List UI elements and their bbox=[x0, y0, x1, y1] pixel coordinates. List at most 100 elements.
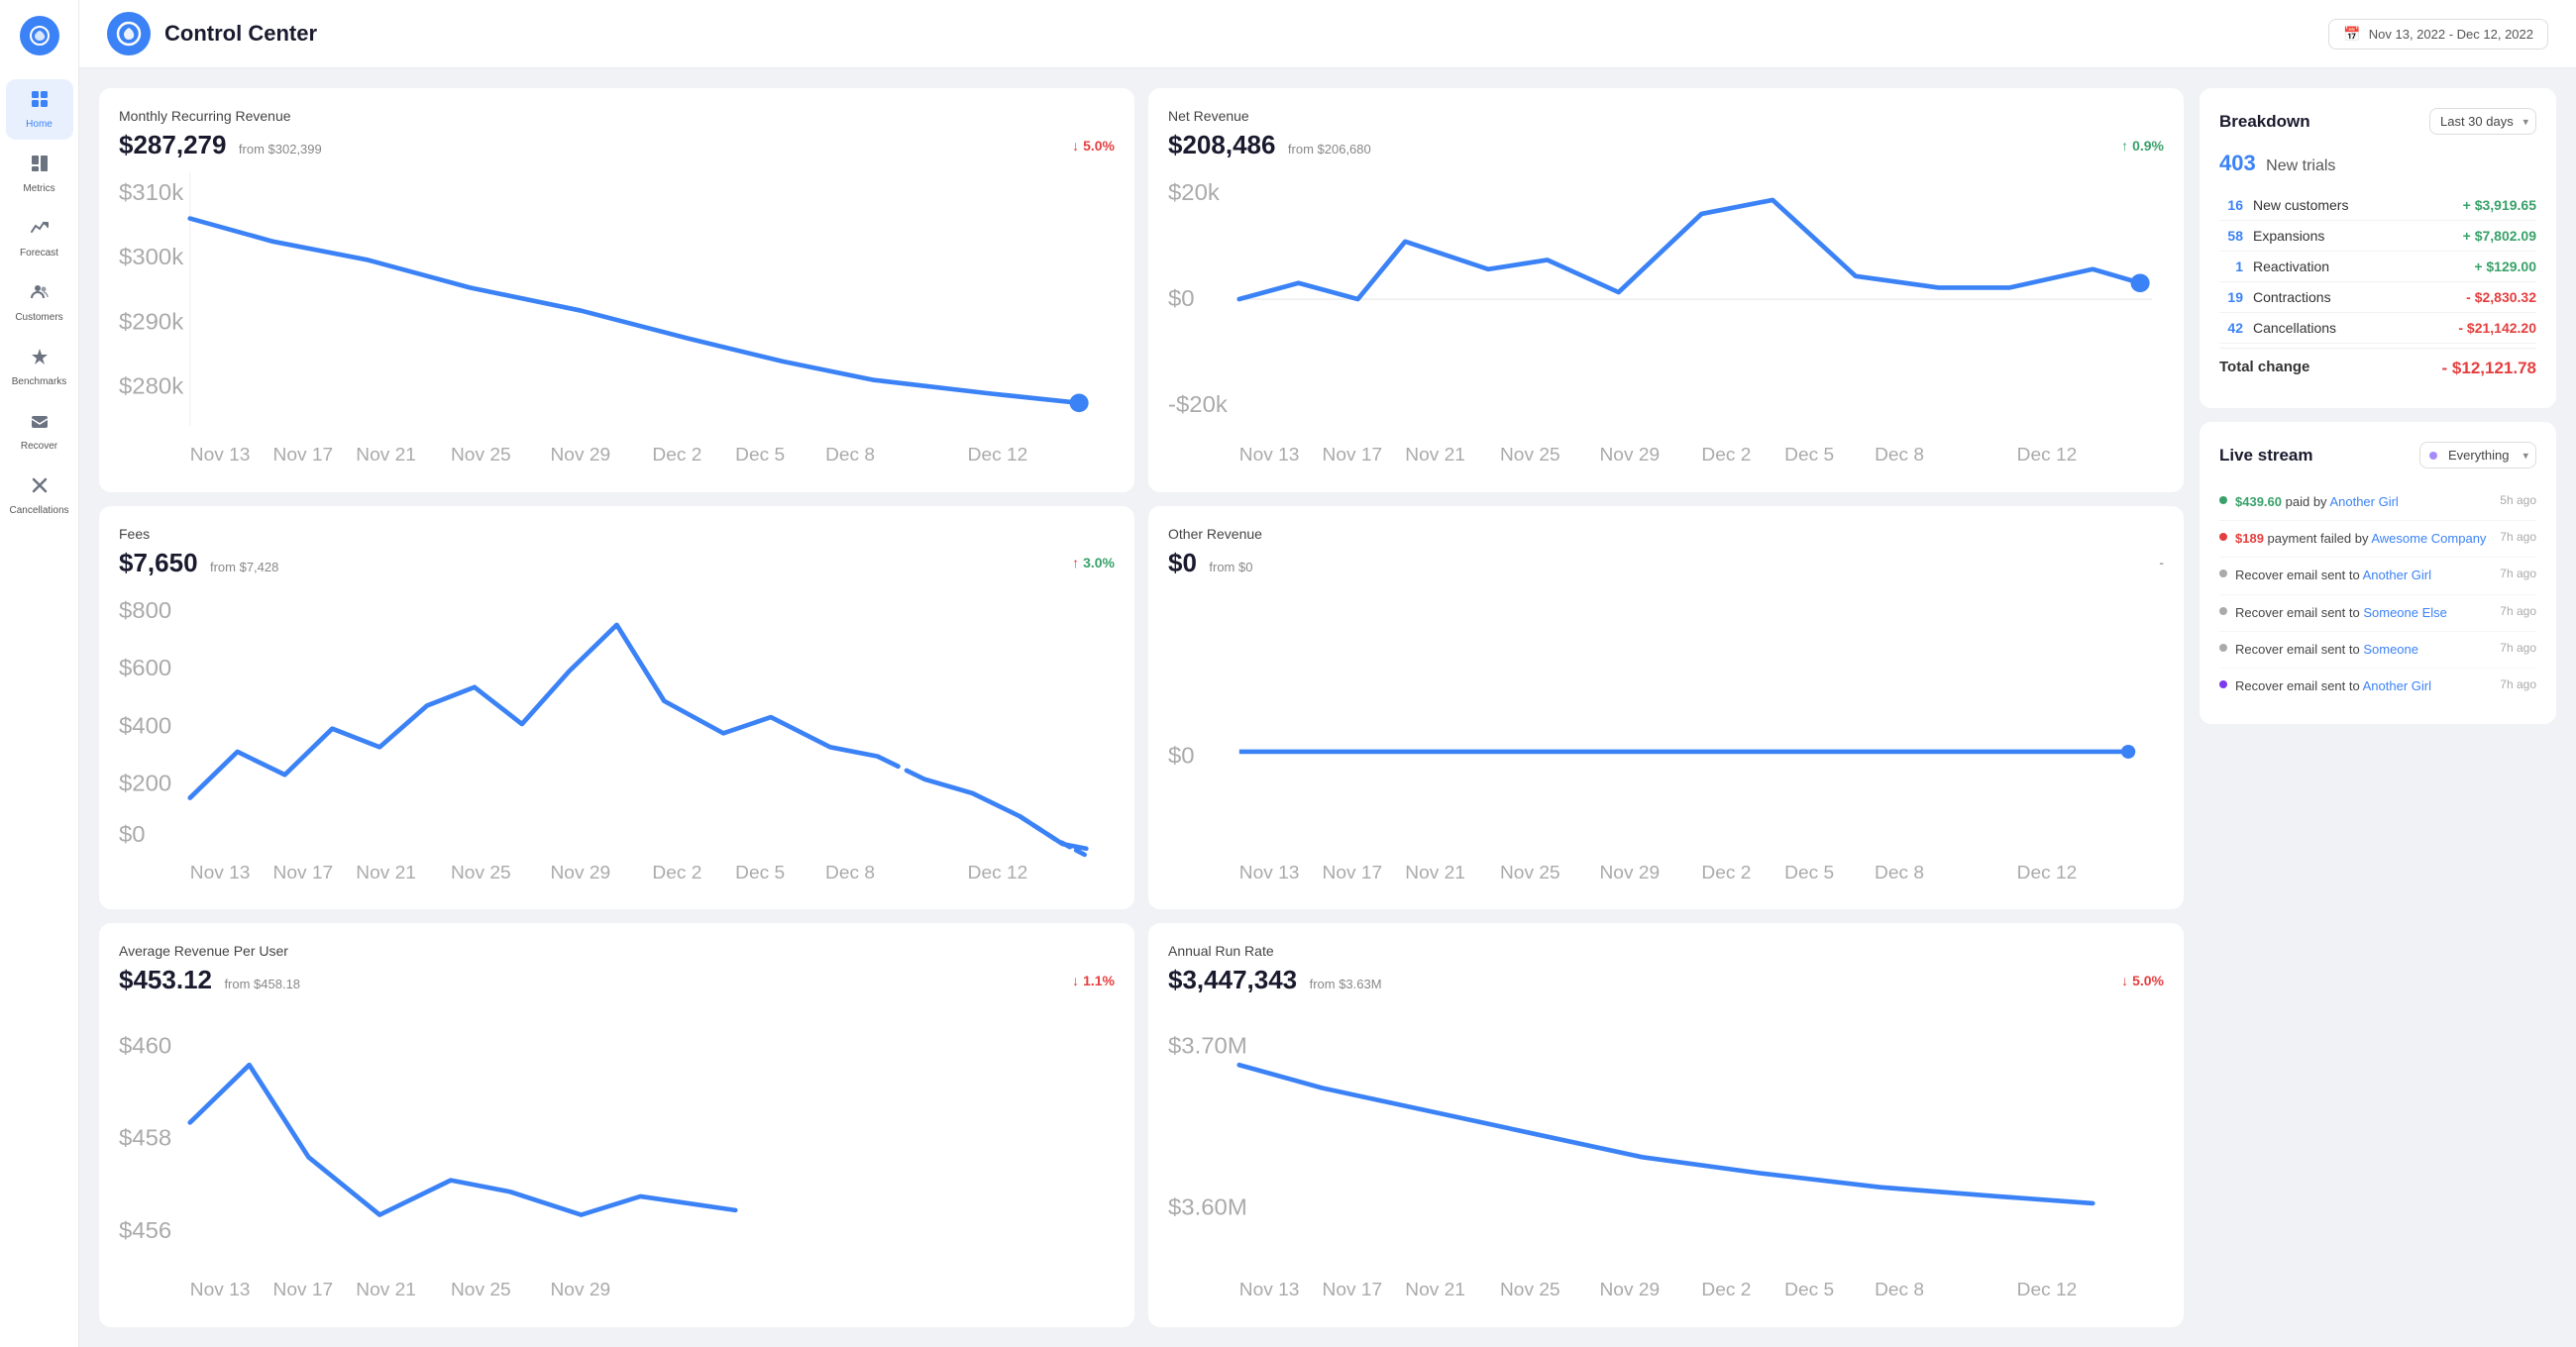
breakdown-row-contractions: 19 Contractions - $2,830.32 bbox=[2219, 282, 2536, 313]
fees-chart-svg: $800 $600 $400 $200 $0 Nov 13 Nov 17 Nov… bbox=[119, 590, 1115, 890]
livestream-filter-wrap[interactable]: Everything Payments Failures Recoveries bbox=[2419, 442, 2536, 468]
other-revenue-value-group: $0 from $0 bbox=[1168, 548, 1252, 578]
svg-text:$0: $0 bbox=[1168, 286, 1195, 312]
fees-change: ↑ 3.0% bbox=[1072, 555, 1115, 570]
date-range[interactable]: 📅 Nov 13, 2022 - Dec 12, 2022 bbox=[2328, 19, 2548, 50]
stream-time-4: 7h ago bbox=[2500, 604, 2536, 618]
fees-value-row: $7,650 from $7,428 ↑ 3.0% bbox=[119, 548, 1115, 578]
stream-link-someone-else[interactable]: Someone Else bbox=[2363, 605, 2447, 620]
sidebar-item-home[interactable]: Home bbox=[6, 79, 73, 140]
header-left: Control Center bbox=[107, 12, 317, 55]
sidebar-item-recover[interactable]: Recover bbox=[6, 401, 73, 462]
other-revenue-value: $0 bbox=[1168, 548, 1197, 577]
svg-text:Nov 25: Nov 25 bbox=[1500, 863, 1560, 883]
mrr-value: $287,279 bbox=[119, 130, 226, 159]
stream-time-1: 5h ago bbox=[2500, 493, 2536, 507]
arpu-value: $453.12 bbox=[119, 965, 212, 994]
up-arrow-icon: ↑ bbox=[2121, 138, 2128, 154]
svg-text:-$20k: -$20k bbox=[1168, 392, 1228, 418]
svg-text:$290k: $290k bbox=[119, 310, 183, 336]
svg-text:Nov 21: Nov 21 bbox=[1405, 863, 1465, 883]
stream-link-another-girl[interactable]: Another Girl bbox=[2329, 494, 2398, 509]
net-revenue-card: Net Revenue $208,486 from $206,680 ↑ 0.9… bbox=[1148, 88, 2184, 492]
net-revenue-value: $208,486 bbox=[1168, 130, 1275, 159]
stream-dot-gray-2 bbox=[2219, 607, 2227, 615]
svg-text:Nov 21: Nov 21 bbox=[356, 863, 416, 883]
stream-link-another-girl-3[interactable]: Another Girl bbox=[2363, 678, 2431, 693]
stream-link-awesome-company[interactable]: Awesome Company bbox=[2371, 531, 2486, 546]
svg-text:Nov 17: Nov 17 bbox=[273, 1281, 334, 1301]
svg-text:Nov 17: Nov 17 bbox=[1323, 1281, 1383, 1301]
fees-from: from $7,428 bbox=[210, 560, 278, 574]
arr-chart-svg: $3.70M $3.60M Nov 13 Nov 17 Nov 21 Nov 2… bbox=[1168, 1007, 2164, 1307]
svg-text:$20k: $20k bbox=[1168, 180, 1220, 206]
stream-time-2: 7h ago bbox=[2500, 530, 2536, 544]
sidebar-item-metrics[interactable]: Metrics bbox=[6, 144, 73, 204]
contractions-amount: - $2,830.32 bbox=[2466, 289, 2536, 305]
stream-item-1: $439.60 paid by Another Girl 5h ago bbox=[2219, 484, 2536, 521]
svg-text:Nov 25: Nov 25 bbox=[451, 445, 511, 466]
sidebar-item-benchmarks-label: Benchmarks bbox=[12, 376, 67, 387]
svg-text:Dec 8: Dec 8 bbox=[825, 445, 875, 466]
benchmarks-icon bbox=[30, 347, 50, 372]
livestream-filter-select[interactable]: Everything Payments Failures Recoveries bbox=[2419, 442, 2536, 468]
breakdown-title: Breakdown bbox=[2219, 112, 2310, 132]
svg-text:Nov 25: Nov 25 bbox=[451, 1281, 511, 1301]
customers-icon bbox=[30, 282, 50, 308]
svg-text:Dec 12: Dec 12 bbox=[2017, 445, 2078, 466]
forecast-icon bbox=[30, 218, 50, 244]
svg-text:Nov 21: Nov 21 bbox=[1405, 445, 1465, 466]
svg-text:Nov 25: Nov 25 bbox=[451, 863, 511, 883]
stream-text-3: Recover email sent to Another Girl bbox=[2235, 567, 2492, 584]
svg-text:Dec 5: Dec 5 bbox=[1784, 1281, 1834, 1301]
sidebar-item-customers[interactable]: Customers bbox=[6, 272, 73, 333]
stream-link-someone[interactable]: Someone bbox=[2363, 642, 2418, 657]
svg-text:Dec 12: Dec 12 bbox=[968, 863, 1028, 883]
total-amount: - $12,121.78 bbox=[2442, 359, 2536, 378]
breakdown-header: Breakdown Last 30 days Last 7 days Last … bbox=[2219, 108, 2536, 135]
other-revenue-title: Other Revenue bbox=[1168, 526, 2164, 542]
sidebar-item-benchmarks[interactable]: Benchmarks bbox=[6, 337, 73, 397]
svg-text:$600: $600 bbox=[119, 656, 171, 681]
arpu-down-arrow-icon: ↓ bbox=[1072, 973, 1079, 988]
svg-text:Nov 29: Nov 29 bbox=[1600, 445, 1661, 466]
svg-text:Dec 2: Dec 2 bbox=[652, 863, 701, 883]
breakdown-period-select-wrap[interactable]: Last 30 days Last 7 days Last 90 days bbox=[2429, 108, 2536, 135]
stream-link-another-girl-2[interactable]: Another Girl bbox=[2363, 568, 2431, 582]
fees-up-arrow-icon: ↑ bbox=[1072, 555, 1079, 570]
new-customers-num: 16 bbox=[2219, 197, 2243, 213]
sidebar-item-forecast[interactable]: Forecast bbox=[6, 208, 73, 268]
sidebar-item-cancellations[interactable]: Cancellations bbox=[6, 466, 73, 526]
net-revenue-value-row: $208,486 from $206,680 ↑ 0.9% bbox=[1168, 130, 2164, 160]
svg-text:$310k: $310k bbox=[119, 180, 183, 206]
svg-text:Nov 29: Nov 29 bbox=[1600, 863, 1661, 883]
svg-text:Nov 29: Nov 29 bbox=[551, 1281, 611, 1301]
svg-text:Dec 12: Dec 12 bbox=[2017, 1281, 2078, 1301]
header: Control Center 📅 Nov 13, 2022 - Dec 12, … bbox=[79, 0, 2576, 68]
breakdown-row-expansions: 58 Expansions + $7,802.09 bbox=[2219, 221, 2536, 252]
stream-dot-gray-1 bbox=[2219, 570, 2227, 577]
svg-text:$300k: $300k bbox=[119, 245, 183, 270]
other-revenue-value-row: $0 from $0 - bbox=[1168, 548, 2164, 578]
sidebar-item-home-label: Home bbox=[26, 119, 53, 130]
stream-dot-green bbox=[2219, 496, 2227, 504]
fees-value-group: $7,650 from $7,428 bbox=[119, 548, 278, 578]
arr-value-group: $3,447,343 from $3.63M bbox=[1168, 965, 1382, 995]
svg-text:Nov 21: Nov 21 bbox=[356, 1281, 416, 1301]
main-area: Control Center 📅 Nov 13, 2022 - Dec 12, … bbox=[79, 0, 2576, 1347]
breakdown-period-select[interactable]: Last 30 days Last 7 days Last 90 days bbox=[2429, 108, 2536, 135]
livestream-card: Live stream Everything Payments Failures… bbox=[2200, 422, 2556, 724]
svg-text:Nov 29: Nov 29 bbox=[551, 445, 611, 466]
svg-text:Nov 13: Nov 13 bbox=[190, 863, 251, 883]
arr-from: from $3.63M bbox=[1310, 977, 1382, 991]
right-panel: Breakdown Last 30 days Last 7 days Last … bbox=[2200, 88, 2556, 1347]
breakdown-row-cancellations: 42 Cancellations - $21,142.20 bbox=[2219, 313, 2536, 344]
breakdown-total-row: Total change - $12,121.78 bbox=[2219, 349, 2536, 388]
arr-change: ↓ 5.0% bbox=[2121, 973, 2164, 988]
expansions-label: Expansions bbox=[2253, 228, 2324, 244]
down-arrow-icon: ↓ bbox=[1072, 138, 1079, 154]
reactivation-label: Reactivation bbox=[2253, 259, 2329, 274]
cancellations-num: 42 bbox=[2219, 320, 2243, 336]
mrr-from: from $302,399 bbox=[239, 142, 322, 156]
stream-dot-purple bbox=[2219, 680, 2227, 688]
